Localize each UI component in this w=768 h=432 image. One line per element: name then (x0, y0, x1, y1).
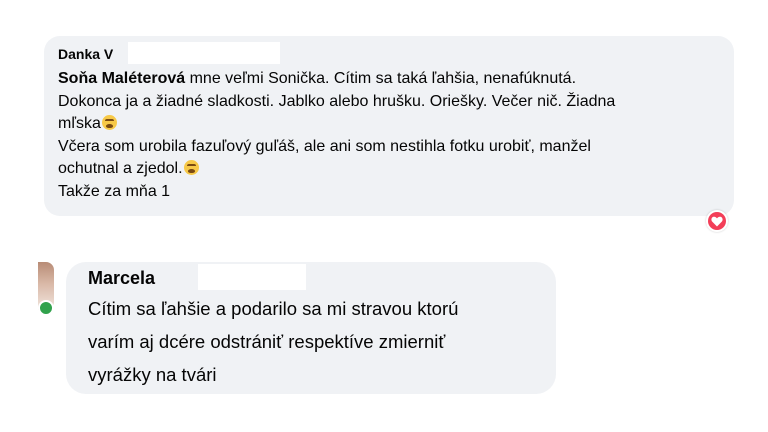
comment-line: ochutnal a zjedol. (58, 158, 728, 181)
mention-link[interactable]: Soňa Maléterová (58, 70, 185, 87)
comment-line: Dokonca ja a žiadné sladkosti. Jablko al… (58, 92, 616, 110)
heart-icon (708, 212, 726, 230)
online-status-icon (38, 300, 54, 316)
comment-text: ochutnal a zjedol. (58, 160, 183, 177)
comment-author[interactable]: Danka V (58, 46, 113, 62)
comment-body: Cítim sa ľahšie a podarilo sa mi stravou… (88, 292, 558, 391)
comment-text: mne veľmi Sonička. Cítim sa taká ľahšia,… (185, 70, 577, 87)
comment-author[interactable]: Marcela (88, 268, 155, 289)
comment-line: Takže za mňa 1 (58, 182, 171, 200)
comment-body: Soňa Maléterová mne veľmi Sonička. Cítim… (58, 68, 728, 203)
comment-bubble-danka: Danka V Soňa Maléterová mne veľmi Soničk… (44, 36, 734, 216)
redaction-mask (198, 264, 306, 290)
comment-bubble-marcela: Marcela Cítim sa ľahšie a podarilo sa mi… (66, 262, 556, 394)
comment-line: vyrážky na tvári (88, 364, 217, 385)
comment-text: mľska (58, 115, 101, 132)
comment-line: Cítim sa ľahšie a podarilo sa mi stravou… (88, 298, 459, 319)
comment-line: mľska (58, 113, 728, 136)
comment-line: Včera som urobila fazuľový guľáš, ale an… (58, 137, 591, 155)
heart-reaction-icon[interactable] (706, 210, 728, 232)
comment-line: varím aj dcére odstrániť respektíve zmie… (88, 331, 446, 352)
astonished-face-icon (183, 160, 199, 175)
comment-line: Soňa Maléterová mne veľmi Sonička. Cítim… (58, 68, 728, 91)
redaction-mask (128, 42, 280, 64)
astonished-face-icon (101, 115, 117, 130)
